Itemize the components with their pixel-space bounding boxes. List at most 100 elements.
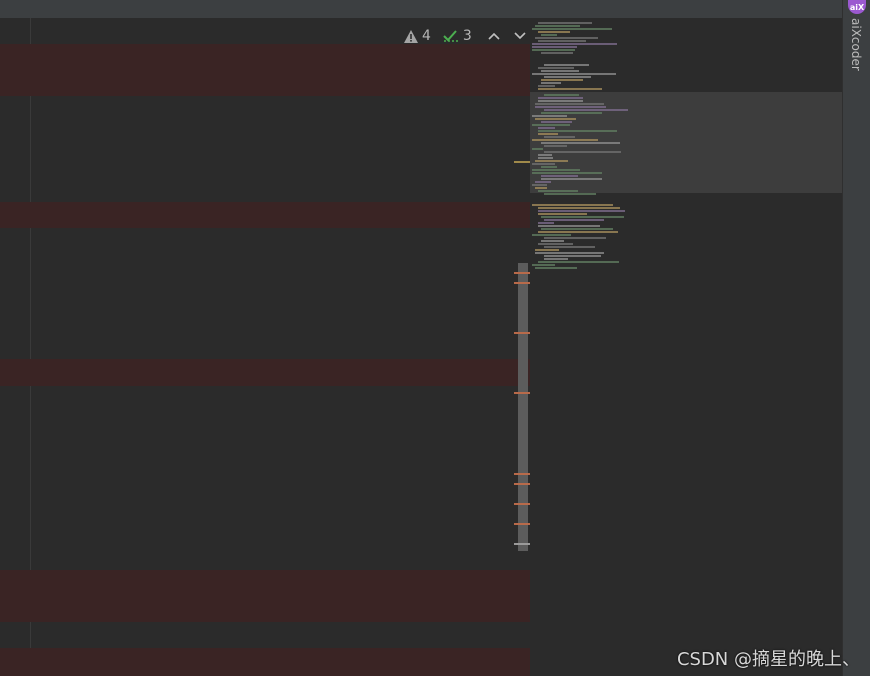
minimap-line [541, 228, 613, 230]
minimap-line [538, 67, 574, 69]
warnings-count: 4 [422, 28, 431, 44]
error-highlight-row [0, 359, 530, 386]
aixcoder-logo-text: aiX [849, 2, 865, 12]
minimap-line [541, 70, 579, 72]
minimap-line [532, 73, 616, 75]
minimap-line [544, 193, 596, 195]
error-stripe-mark[interactable] [514, 161, 530, 163]
csdn-watermark: CSDN @摘星的晚上、 [676, 649, 860, 670]
minimap-line [538, 22, 592, 24]
double-check-icon [443, 30, 458, 42]
minimap-line [532, 46, 577, 48]
minimap-line [532, 139, 598, 141]
error-stripe-mark[interactable] [514, 272, 530, 274]
error-stripe-mark[interactable] [514, 523, 530, 525]
minimap-line [535, 106, 606, 108]
error-stripe-mark[interactable] [514, 332, 530, 334]
minimap-line [538, 261, 619, 263]
minimap-line [532, 115, 567, 117]
minimap-line [538, 222, 554, 224]
minimap-line [541, 112, 602, 114]
code-minimap[interactable] [530, 18, 842, 676]
aixcoder-tool-tab[interactable]: aiXcoder [849, 18, 863, 71]
minimap-line [538, 133, 558, 135]
minimap-line [538, 127, 555, 129]
chevron-up-icon [488, 32, 500, 40]
minimap-line [532, 264, 555, 266]
minimap-line [544, 145, 567, 147]
error-stripe-mark[interactable] [514, 543, 530, 545]
minimap-line [544, 258, 568, 260]
minimap-line [544, 136, 575, 138]
minimap-line [538, 40, 586, 42]
minimap-line [538, 97, 583, 99]
minimap-line [535, 181, 551, 183]
error-highlight-row [0, 648, 530, 676]
minimap-line [544, 255, 601, 257]
minimap-line [535, 118, 576, 120]
minimap-line [532, 49, 575, 51]
error-highlight-row [0, 202, 530, 228]
minimap-line [541, 79, 583, 81]
minimap-line [538, 243, 573, 245]
minimap-line [541, 178, 602, 180]
minimap-line [544, 246, 595, 248]
minimap-line [541, 34, 557, 36]
minimap-line [535, 25, 580, 27]
minimap-line [541, 216, 624, 218]
error-stripe-mark[interactable] [514, 473, 530, 475]
minimap-line [535, 252, 604, 254]
minimap-line [532, 234, 571, 236]
minimap-line [541, 82, 561, 84]
minimap-line [538, 88, 602, 90]
right-tool-window-bar: aiX aiXcoder [842, 0, 870, 676]
minimap-line [544, 94, 579, 96]
minimap-line [541, 121, 572, 123]
minimap-line [538, 210, 625, 212]
minimap-line [541, 166, 557, 168]
minimap-line [532, 169, 580, 171]
minimap-line [544, 76, 591, 78]
scrollbar-thumb[interactable] [518, 263, 528, 551]
minimap-line [532, 184, 547, 186]
minimap-line [541, 240, 564, 242]
error-stripe-mark[interactable] [514, 483, 530, 485]
minimap-line [541, 175, 578, 177]
minimap-line [532, 148, 543, 150]
minimap-line [535, 37, 598, 39]
warnings-indicator[interactable]: 4 [404, 28, 431, 44]
minimap-line [532, 28, 612, 30]
minimap-line [541, 52, 573, 54]
weak-warnings-count: 3 [462, 28, 472, 44]
minimap-line [538, 207, 620, 209]
error-stripe-mark[interactable] [514, 392, 530, 394]
minimap-line [538, 100, 583, 102]
error-stripe-mark[interactable] [514, 282, 530, 284]
weak-warnings-indicator[interactable]: 3 [443, 28, 472, 44]
error-highlight-row [0, 570, 530, 622]
minimap-line [544, 151, 621, 153]
minimap-line [538, 231, 618, 233]
minimap-line [538, 225, 600, 227]
minimap-line [532, 43, 617, 45]
minimap-line [535, 267, 577, 269]
minimap-line [535, 160, 568, 162]
previous-highlight-button[interactable] [484, 26, 504, 46]
minimap-line [541, 142, 620, 144]
minimap-line [532, 163, 555, 165]
minimap-line [532, 172, 602, 174]
error-stripe-mark[interactable] [514, 503, 530, 505]
minimap-line [538, 154, 552, 156]
minimap-line [538, 130, 617, 132]
minimap-line [538, 31, 570, 33]
minimap-line [544, 237, 606, 239]
aixcoder-logo-icon[interactable]: aiX [848, 0, 866, 14]
minimap-line [535, 187, 547, 189]
inspection-widget: 4 3 [404, 26, 530, 46]
minimap-line [544, 64, 589, 66]
minimap-line [535, 103, 604, 105]
minimap-line [538, 213, 587, 215]
minimap-line [538, 190, 578, 192]
minimap-line [544, 219, 604, 221]
minimap-line [535, 249, 559, 251]
